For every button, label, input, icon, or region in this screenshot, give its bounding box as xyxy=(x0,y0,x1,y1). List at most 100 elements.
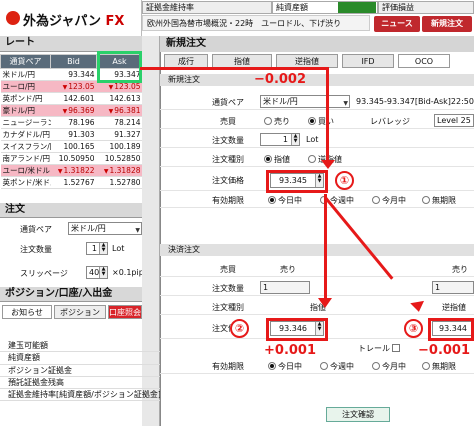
settle-expiry-week-radio[interactable]: 今週中 xyxy=(320,361,354,372)
leverage-label: レバレッジ xyxy=(370,117,410,126)
radio-icon xyxy=(422,196,430,204)
type-limit-radio[interactable]: 指値 xyxy=(264,154,290,165)
confirm-order-button[interactable]: 注文確認 xyxy=(326,407,390,422)
radio-icon xyxy=(320,362,328,370)
expiry-today-radio[interactable]: 今日中 xyxy=(268,195,302,206)
valuation-label: 評価損益 xyxy=(378,1,474,14)
rate-ask-cell[interactable]: 10.52850 xyxy=(96,152,143,165)
annotation-arrow-line xyxy=(324,194,327,300)
rate-bid-cell[interactable]: ▼1.31822 xyxy=(50,164,97,177)
account-list: 建玉可能額 純資産額 ポジション証拠金 預託証拠金残高 証拠金維持率[純資産額/… xyxy=(0,340,160,402)
order-qty-stepper[interactable]: 1 ▲ ▼ xyxy=(86,242,108,255)
rate-bid-cell[interactable]: 10.50950 xyxy=(50,152,97,165)
buy-radio[interactable]: 買い xyxy=(308,116,334,127)
pair-label: 通貨ペア xyxy=(212,98,244,107)
marker-three: ③ xyxy=(404,319,423,338)
trailing-checkbox[interactable]: トレール xyxy=(358,343,400,354)
table-row[interactable]: スイスフラン/円100.165100.189 xyxy=(0,140,143,153)
rate-bid-cell[interactable]: ▼123.05 xyxy=(50,80,97,93)
dialog-title: 新規注文 xyxy=(160,36,474,52)
rate-bid-cell[interactable]: 100.165 xyxy=(50,140,97,153)
order-qty-label: 注文数量 xyxy=(20,245,52,254)
annotation-arrow-line xyxy=(326,67,329,164)
annotation-arrow-line xyxy=(140,67,328,70)
settle-expiry-month-radio[interactable]: 今月中 xyxy=(372,361,406,372)
rate-bid-cell[interactable]: 78.196 xyxy=(50,116,97,129)
rate-bid-cell[interactable]: 1.52767 xyxy=(50,176,97,189)
table-row[interactable]: 英ポンド/米ドル1.527671.52780 xyxy=(0,176,143,189)
rate-ask-cell[interactable]: ▼96.381 xyxy=(96,104,143,117)
pair-row: 通貨ペア 米ドル/円 ▼ 93.345-93.347[Bid-Ask]22:50 xyxy=(160,93,474,110)
order-pair-label: 通貨ペア xyxy=(20,225,52,234)
table-row[interactable]: 豪ドル/円 ▼96.369 ▼96.381 xyxy=(0,104,143,117)
radio-checked-icon xyxy=(264,155,272,163)
rate-pair-cell: 米ドル/円 xyxy=(0,68,51,81)
col-header-bid: Bid xyxy=(50,54,97,69)
table-row[interactable]: カナダドル/円 91.303 91.327 xyxy=(0,128,143,141)
rate-pair-cell: ユーロ/円 xyxy=(0,80,51,93)
rate-bid-cell[interactable]: 91.303 xyxy=(50,128,97,141)
marker-one: ① xyxy=(335,171,354,190)
price-info: 93.345-93.347[Bid-Ask]22:50 xyxy=(356,97,474,106)
spin-arrows-icon[interactable]: ▲ ▼ xyxy=(99,267,107,278)
leverage-select[interactable]: Level 25 xyxy=(434,114,474,127)
rate-bid-cell[interactable]: ▼96.369 xyxy=(50,104,97,117)
rate-ask-cell[interactable]: 1.52780 xyxy=(96,176,143,189)
table-row[interactable]: ユーロ/米ドル ▼1.31822 ▼1.31828 xyxy=(0,164,143,177)
rate-ask-cell[interactable]: 100.189 xyxy=(96,140,143,153)
rate-ask-cell[interactable]: 91.327 xyxy=(96,128,143,141)
radio-icon xyxy=(372,362,380,370)
table-row[interactable]: 南アランド/円 10.50950 10.52850 xyxy=(0,152,143,165)
table-row[interactable]: ニュージーランドドル78.19678.214 xyxy=(0,116,143,129)
dialog-pair-select[interactable]: 米ドル/円 ▼ xyxy=(260,95,350,108)
slippage-stepper[interactable]: 40 ▲ ▼ xyxy=(86,266,108,279)
rate-ask-cell[interactable]: 78.214 xyxy=(96,116,143,129)
tab-oco[interactable]: OCO xyxy=(398,54,450,68)
settle-expiry-today-radio[interactable]: 今日中 xyxy=(268,361,302,372)
expiry-month-radio[interactable]: 今月中 xyxy=(372,195,406,206)
qty-unit: Lot xyxy=(306,135,319,144)
news-button[interactable]: ニュース xyxy=(374,16,420,32)
order-type-tabs: 成行 指値 逆指値 IFD OCO xyxy=(160,54,474,68)
dialog-qty-stepper[interactable]: 1 ▲ ▼ xyxy=(260,133,300,146)
type-row: 注文種別 指値 逆指値 xyxy=(160,150,474,167)
rate-ask-cell[interactable]: 142.613 xyxy=(96,92,143,105)
expiry-none-radio[interactable]: 無期限 xyxy=(422,195,456,206)
rate-bid-cell[interactable]: 142.601 xyxy=(50,92,97,105)
table-row[interactable]: 英ポンド/円 142.601 142.613 xyxy=(0,92,143,105)
new-order-button[interactable]: 新規注文 xyxy=(422,16,472,32)
arrow-down-icon: ▼ xyxy=(62,84,68,91)
settle-side-label: 売買 xyxy=(220,265,236,274)
tab-positions[interactable]: ポジション xyxy=(54,305,106,319)
radio-icon xyxy=(264,117,272,125)
stop-delta-label: −0.001 xyxy=(418,343,471,358)
price-label: 注文価格 xyxy=(212,176,244,185)
settle-qty-label: 注文数量 xyxy=(212,284,244,293)
rate-ask-cell[interactable]: ▼1.31828 xyxy=(96,164,143,177)
slippage-label: スリッページ xyxy=(20,269,68,278)
rate-pair-cell: ユーロ/米ドル xyxy=(0,164,51,177)
tab-account[interactable]: 口座照会 xyxy=(108,305,142,319)
tab-limit[interactable]: 指値 xyxy=(212,54,272,68)
settle-type-label: 注文種別 xyxy=(212,303,244,312)
order-pair-select[interactable]: 米ドル/円 ▼ xyxy=(68,222,142,235)
spin-arrows-icon[interactable]: ▲ ▼ xyxy=(99,243,107,254)
radio-checked-icon xyxy=(268,196,276,204)
rate-pair-cell: 豪ドル/円 xyxy=(0,104,51,117)
settle-expiry-none-radio[interactable]: 無期限 xyxy=(422,361,456,372)
tab-market[interactable]: 成行 xyxy=(164,54,208,68)
rate-pair-cell: 英ポンド/米ドル xyxy=(0,176,51,189)
spin-arrows-icon[interactable]: ▲ ▼ xyxy=(291,134,299,145)
qty-row: 注文数量 1 ▲ ▼ Lot xyxy=(160,131,474,148)
net-assets-indicator xyxy=(338,2,376,13)
sell-radio[interactable]: 売り xyxy=(264,116,290,127)
rate-bid-cell[interactable]: 93.344 xyxy=(50,68,97,81)
arrow-down-icon xyxy=(318,298,332,308)
settle-side-stop: 売り xyxy=(452,265,468,274)
checkbox-icon xyxy=(392,344,400,352)
news-ticker[interactable]: 欧州外国為替市場概況・22時 ユーロドル、下げ渋り xyxy=(142,15,370,31)
new-order-section-title: 新規注文 xyxy=(160,74,474,86)
tab-notices[interactable]: お知らせ xyxy=(2,305,52,319)
tab-stop[interactable]: 逆指値 xyxy=(276,54,338,68)
tab-ifd[interactable]: IFD xyxy=(342,54,394,68)
